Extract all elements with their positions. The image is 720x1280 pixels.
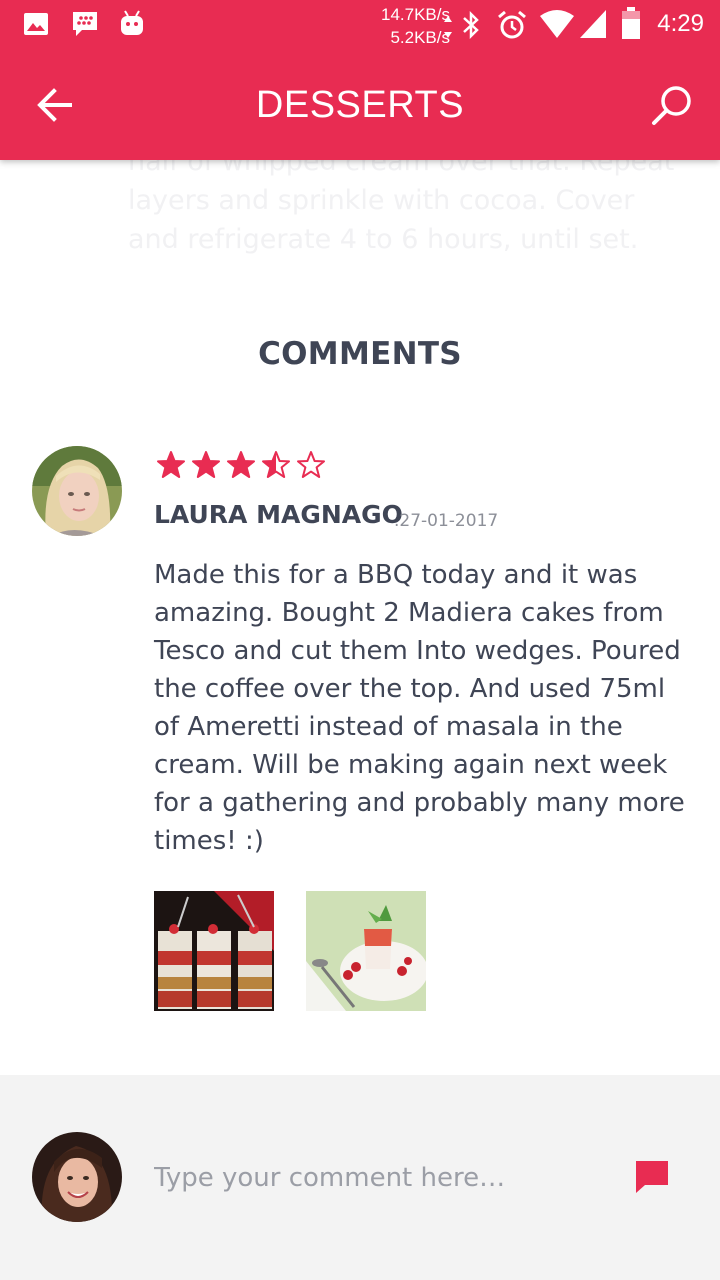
comment-text: Made this for a BBQ today and it was ama… (154, 560, 685, 856)
bluetooth-icon (463, 10, 479, 40)
wifi-icon (540, 10, 574, 38)
search-icon (652, 86, 691, 125)
alarm-icon (498, 10, 526, 39)
rating-stars (156, 450, 331, 482)
app-bar: DESSERTS (0, 50, 720, 160)
star-empty-icon (297, 451, 325, 478)
search-button[interactable] (648, 82, 696, 130)
current-user-avatar[interactable] (32, 1132, 122, 1222)
avatar[interactable] (32, 446, 122, 536)
parfait-glasses-photo[interactable] (154, 891, 274, 1011)
panna-cotta-photo[interactable] (306, 891, 426, 1011)
back-button[interactable] (32, 83, 80, 127)
network-download-speed: 5.2KB/s (390, 28, 450, 47)
star-full-icon (157, 451, 185, 478)
star-half-icon (262, 451, 290, 478)
send-comment-button[interactable] (633, 1158, 671, 1196)
image-icon (24, 13, 48, 35)
network-upload-speed: 14.7KB/s (381, 5, 450, 24)
network-speed: 14.7KB/s 5.2KB/s (360, 3, 450, 49)
comment-date: .27-01-2017 (394, 511, 499, 531)
comments-heading: COMMENTS (258, 336, 462, 372)
arrow-left-icon (37, 88, 72, 122)
chat-bubble-icon (636, 1161, 668, 1193)
battery-icon (622, 7, 640, 39)
android-icon (121, 10, 143, 35)
bbm-icon (73, 12, 97, 36)
signal-icon (580, 10, 606, 38)
comment-author[interactable]: LAURA MAGNAGO (154, 500, 403, 529)
star-full-icon (227, 451, 255, 478)
clock: 4:29 (657, 10, 704, 37)
top-bar: 14.7KB/s 5.2KB/s 4:29 DESSERTS (0, 0, 720, 160)
star-full-icon (192, 451, 220, 478)
comment-input[interactable] (154, 1153, 594, 1203)
page-title: DESSERTS (255, 84, 465, 126)
net-arrows-icon (444, 16, 452, 38)
status-bar: 14.7KB/s 5.2KB/s 4:29 (0, 0, 720, 50)
